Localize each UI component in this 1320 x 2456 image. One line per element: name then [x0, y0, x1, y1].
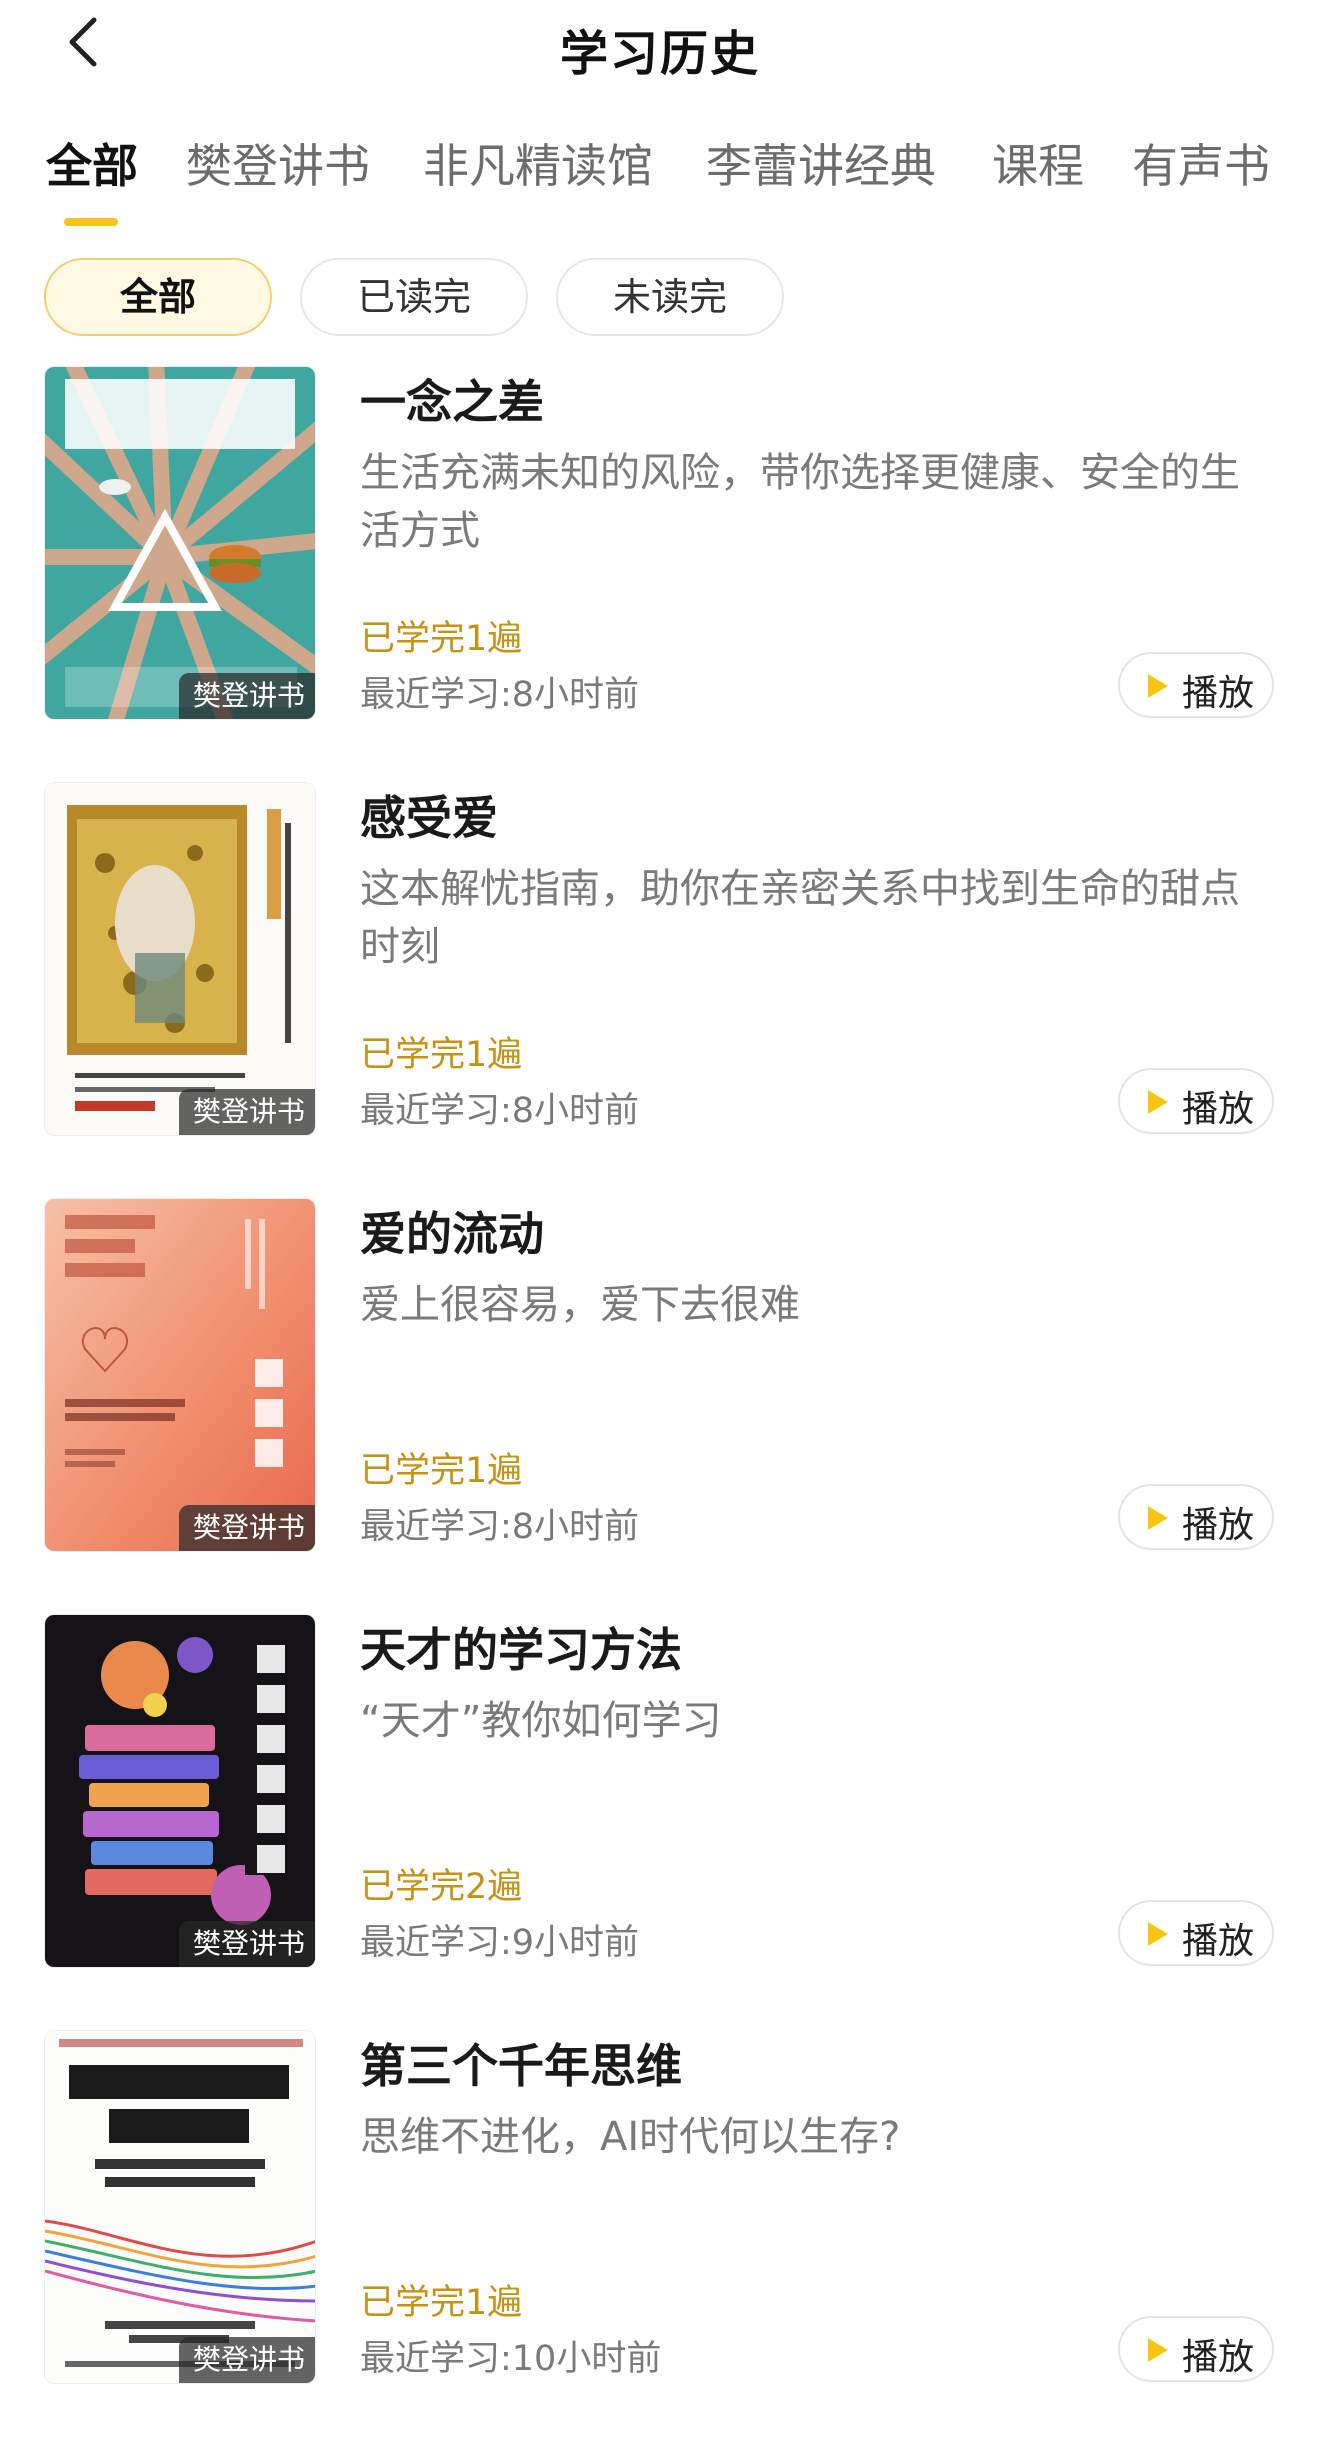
play-label: 播放	[1182, 1505, 1255, 1546]
book-cover-image	[45, 1615, 315, 1967]
source-badge: 樊登讲书	[178, 1089, 315, 1135]
tab-fandeng-books[interactable]: 樊登讲书	[186, 130, 370, 196]
source-badge: 樊登讲书	[178, 1505, 315, 1551]
tab-courses[interactable]: 课程	[992, 130, 1084, 196]
page-title: 学习历史	[559, 26, 760, 82]
book-cover-image	[45, 1199, 315, 1551]
book-cover[interactable]: 樊登讲书	[44, 366, 316, 720]
book-description: 生活充满未知的风险，带你选择更健康、安全的生活方式	[360, 450, 1240, 554]
last-studied: 最近学习:8小时前	[360, 675, 640, 715]
header: 学习历史	[0, 0, 1320, 96]
filter-all[interactable]: 全部	[44, 258, 272, 336]
source-badge: 樊登讲书	[178, 1921, 315, 1967]
category-tabs: 全部 樊登讲书 非凡精读馆 李蕾讲经典 课程 有声书	[46, 130, 1316, 230]
play-icon	[1148, 674, 1168, 698]
play-icon	[1148, 2338, 1168, 2362]
book-cover-image	[45, 783, 315, 1135]
tab-audiobooks[interactable]: 有声书	[1132, 130, 1270, 196]
book-title: 一念之差	[360, 375, 544, 429]
tab-all[interactable]: 全部	[46, 130, 138, 196]
last-studied: 最近学习:8小时前	[360, 1507, 640, 1547]
filter-finished[interactable]: 已读完	[300, 258, 528, 336]
last-studied: 最近学习:10小时前	[360, 2339, 662, 2379]
book-title: 第三个千年思维	[360, 2039, 682, 2093]
book-description: 爱上很容易，爱下去很难	[360, 1282, 800, 1328]
play-icon	[1148, 1090, 1168, 1114]
filter-chips: 全部 已读完 未读完	[44, 258, 844, 338]
book-title: 天才的学习方法	[360, 1623, 682, 1677]
book-cover[interactable]: 樊登讲书	[44, 2030, 316, 2384]
completion-count: 已学完1遍	[360, 1035, 523, 1075]
completion-count: 已学完1遍	[360, 619, 523, 659]
book-cover[interactable]: 樊登讲书	[44, 782, 316, 1136]
book-description: 思维不进化，AI时代何以生存?	[360, 2114, 901, 2160]
list-item[interactable]: 樊登讲书 感受爱 这本解忧指南，助你在亲密关系中找到生命的甜点时刻 已学完1遍 …	[0, 776, 1320, 1136]
tab-lilei-classics[interactable]: 李蕾讲经典	[706, 130, 936, 196]
completion-count: 已学完1遍	[360, 1451, 523, 1491]
tab-feifan-reading[interactable]: 非凡精读馆	[423, 130, 653, 196]
book-cover[interactable]: 樊登讲书	[44, 1614, 316, 1968]
book-description: “天才”教你如何学习	[360, 1698, 722, 1744]
play-icon	[1148, 1506, 1168, 1530]
book-cover-image	[45, 2031, 315, 2383]
filter-unfinished[interactable]: 未读完	[556, 258, 784, 336]
last-studied: 最近学习:8小时前	[360, 1091, 640, 1131]
source-badge: 樊登讲书	[178, 2337, 315, 2383]
play-button[interactable]: 播放	[1118, 652, 1274, 718]
last-studied: 最近学习:9小时前	[360, 1923, 640, 1963]
play-label: 播放	[1182, 1089, 1255, 1130]
list-item[interactable]: 樊登讲书 第三个千年思维 思维不进化，AI时代何以生存? 已学完1遍 最近学习:…	[0, 2024, 1320, 2384]
play-label: 播放	[1182, 2337, 1255, 2378]
play-button[interactable]: 播放	[1118, 1900, 1274, 1966]
play-icon	[1148, 1922, 1168, 1946]
play-button[interactable]: 播放	[1118, 1068, 1274, 1134]
completion-count: 已学完2遍	[360, 1867, 523, 1907]
play-button[interactable]: 播放	[1118, 1484, 1274, 1550]
book-cover-image	[45, 367, 315, 719]
play-label: 播放	[1182, 673, 1255, 714]
book-title: 感受爱	[360, 791, 498, 845]
play-button[interactable]: 播放	[1118, 2316, 1274, 2382]
completion-count: 已学完1遍	[360, 2283, 523, 2323]
book-cover[interactable]: 樊登讲书	[44, 1198, 316, 1552]
list-item[interactable]: 樊登讲书 一念之差 生活充满未知的风险，带你选择更健康、安全的生活方式 已学完1…	[0, 360, 1320, 720]
book-title: 爱的流动	[360, 1207, 544, 1261]
book-description: 这本解忧指南，助你在亲密关系中找到生命的甜点时刻	[360, 866, 1240, 970]
list-item[interactable]: 樊登讲书 天才的学习方法 “天才”教你如何学习 已学完2遍 最近学习:9小时前 …	[0, 1608, 1320, 1968]
active-tab-indicator	[64, 218, 118, 226]
list-item[interactable]: 樊登讲书 爱的流动 爱上很容易，爱下去很难 已学完1遍 最近学习:8小时前 播放	[0, 1192, 1320, 1552]
source-badge: 樊登讲书	[178, 673, 315, 719]
play-label: 播放	[1182, 1921, 1255, 1962]
